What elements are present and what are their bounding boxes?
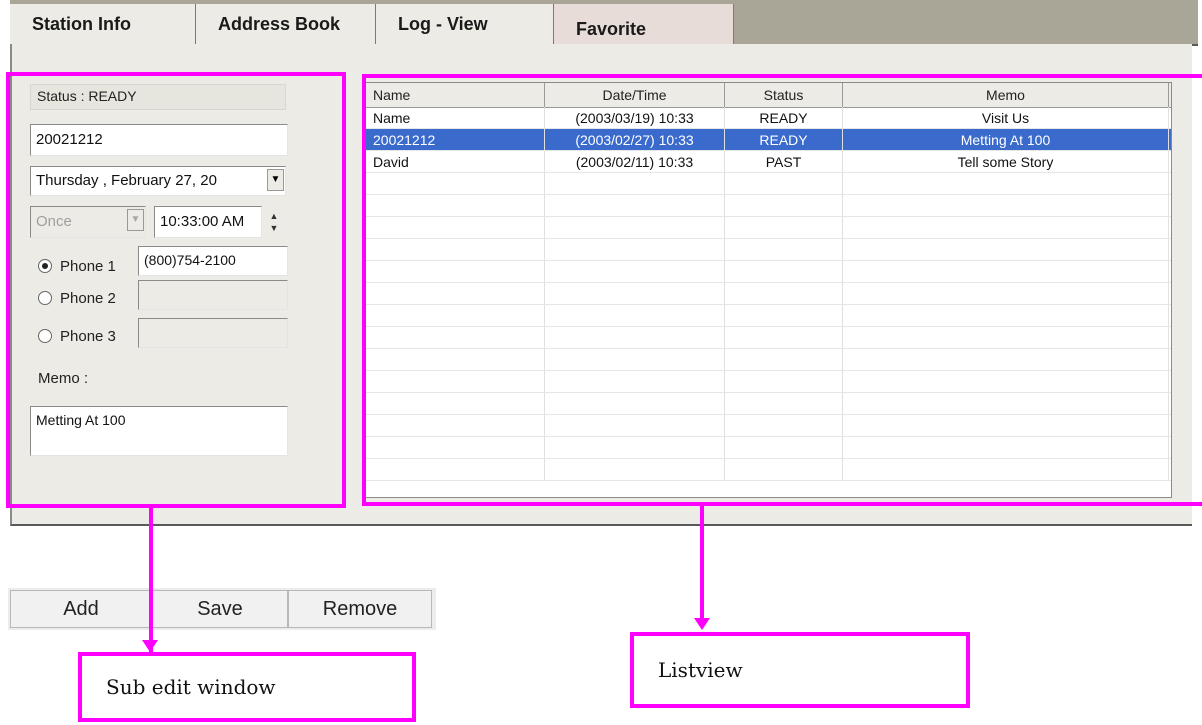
tab-label: Log - View — [398, 13, 488, 34]
add-button[interactable]: Add — [10, 590, 152, 628]
action-button-bar: Add Save Remove — [8, 588, 436, 630]
tab-station-info[interactable]: Station Info — [10, 4, 196, 44]
listview-connector — [700, 506, 704, 618]
sub-edit-callout: Sub edit window — [78, 652, 416, 722]
tab-address-book[interactable]: Address Book — [196, 4, 376, 44]
tab-label: Address Book — [218, 13, 341, 34]
arrow-down-icon — [694, 618, 710, 630]
sub-edit-highlight-box — [6, 72, 346, 508]
tab-bar: Station Info Address Book Log - View Fav… — [10, 0, 1198, 46]
remove-button[interactable]: Remove — [288, 590, 432, 628]
tab-log-view[interactable]: Log - View — [376, 4, 554, 44]
save-button[interactable]: Save — [152, 590, 288, 628]
tab-favorite[interactable]: Favorite — [554, 4, 734, 44]
listview-highlight-box — [362, 74, 1202, 506]
listview-callout: Listview — [630, 632, 970, 708]
tab-label: Station Info — [32, 13, 131, 34]
tab-label: Favorite — [576, 18, 647, 39]
arrow-down-icon — [142, 640, 158, 652]
